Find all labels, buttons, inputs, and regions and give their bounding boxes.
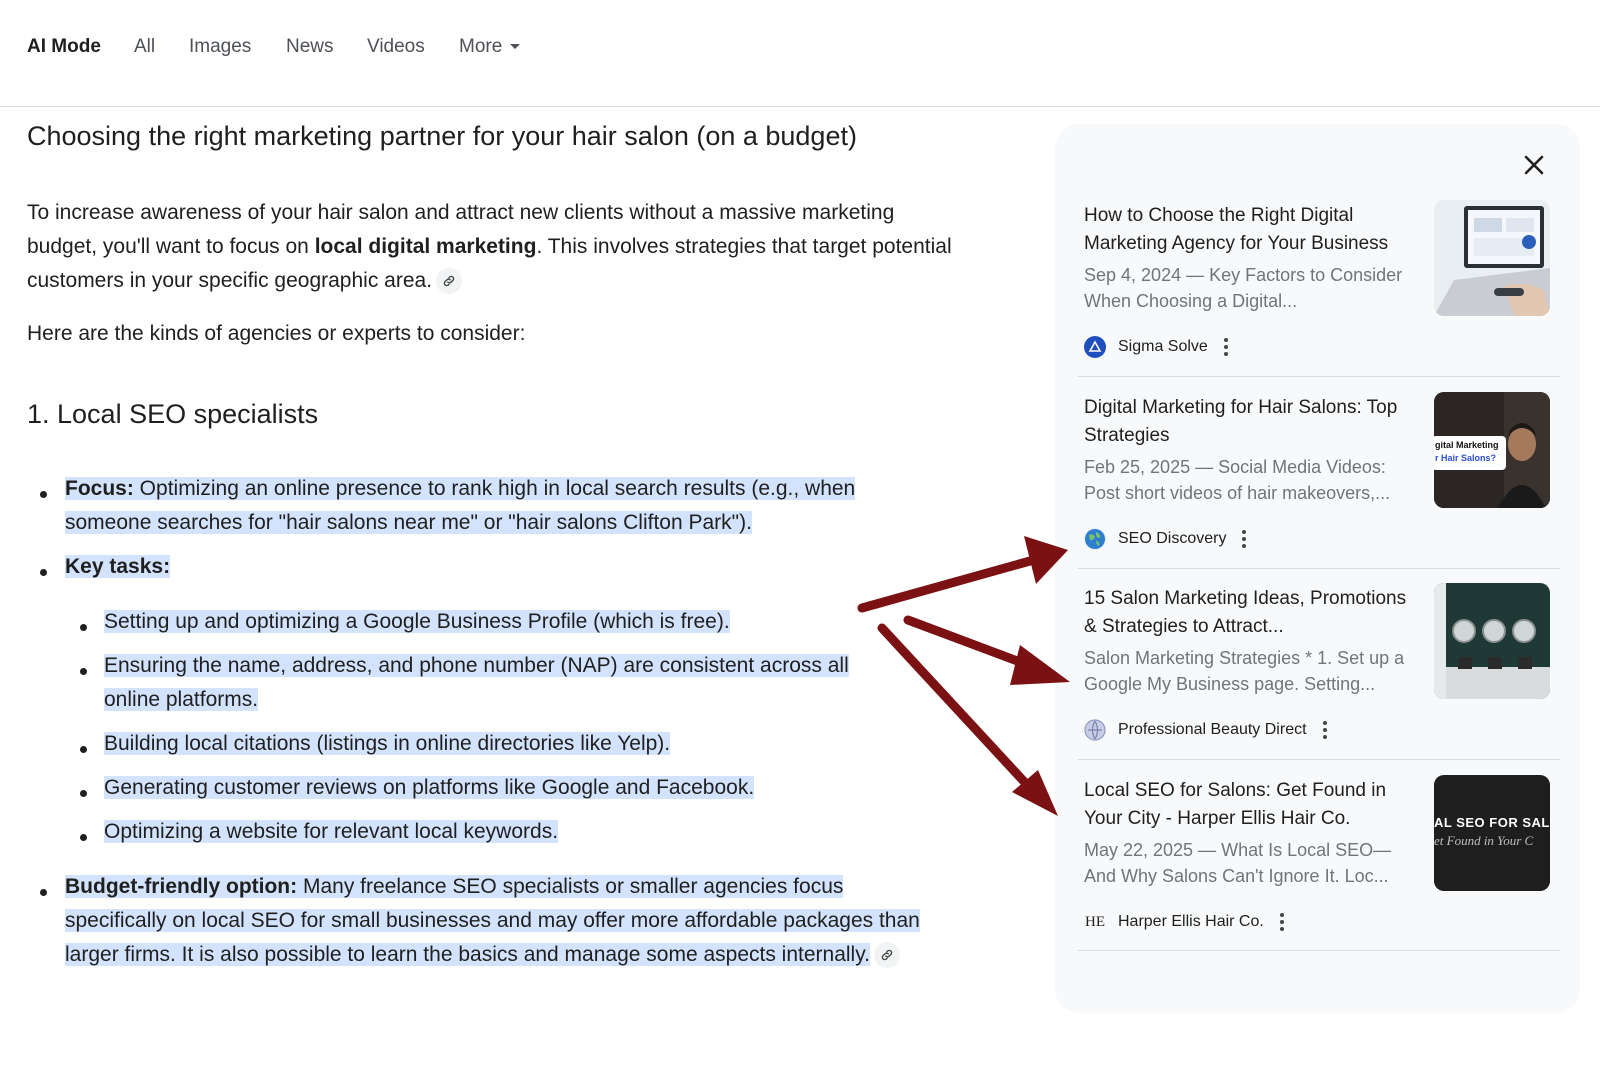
task-item: Ensuring the name, address, and phone nu… — [104, 649, 904, 717]
divider — [1078, 759, 1560, 760]
task-item: Setting up and optimizing a Google Busin… — [104, 605, 730, 639]
source-attribution[interactable]: HE Harper Ellis Hair Co. — [1084, 911, 1284, 933]
task-item: Generating customer reviews on platforms… — [104, 771, 755, 805]
arrow-to-seo-discovery — [857, 556, 1035, 613]
tab-videos[interactable]: Videos — [367, 36, 425, 58]
list-item-budget: Budget-friendly option: Many freelance S… — [65, 870, 925, 972]
task-text: Optimizing a website for relevant local … — [104, 820, 559, 843]
thumbnail-caption-line1: AL SEO FOR SALO — [1434, 815, 1550, 830]
list-item-focus: Focus: Optimizing an online presence to … — [65, 472, 925, 540]
arrow-to-harper-ellis — [877, 623, 1035, 793]
source-link-icon[interactable] — [436, 268, 463, 295]
more-options-icon[interactable] — [1322, 721, 1327, 739]
answer-title: Choosing the right marketing partner for… — [27, 121, 857, 151]
barber-thumbnail[interactable]: gital Marketing r Hair Salons? — [1434, 392, 1550, 508]
task-text: Ensuring the name, address, and phone nu… — [104, 654, 849, 711]
sigma-solve-favicon — [1084, 336, 1106, 358]
bullet — [40, 491, 47, 498]
arrow-head-icon — [1012, 770, 1058, 816]
thumbnail-caption-line2: r Hair Salons? — [1435, 453, 1497, 463]
section-heading: 1. Local SEO specialists — [27, 399, 319, 429]
source-card-title[interactable]: How to Choose the Right Digital Marketin… — [1084, 202, 1424, 258]
divider — [1078, 568, 1560, 569]
task-item: Building local citations (listings in on… — [104, 727, 671, 761]
bullet — [40, 569, 47, 576]
more-options-icon[interactable] — [1223, 338, 1228, 356]
tab-more-label: More — [459, 36, 503, 57]
more-options-icon[interactable] — [1279, 913, 1284, 931]
he-monogram-favicon: HE — [1085, 913, 1105, 930]
source-card-snippet: Salon Marketing Strategies * 1. Set up a… — [1084, 648, 1405, 694]
close-icon[interactable] — [1517, 148, 1551, 182]
task-text: Building local citations (listings in on… — [104, 732, 671, 755]
source-name: Professional Beauty Direct — [1118, 721, 1307, 738]
source-card[interactable]: Digital Marketing for Hair Salons: Top S… — [1078, 392, 1560, 564]
source-card-snippet: Feb 25, 2025 — Social Media Videos: Post… — [1084, 457, 1391, 503]
bullet — [80, 624, 87, 631]
source-name: SEO Discovery — [1118, 530, 1227, 547]
bullet — [80, 790, 87, 797]
source-card[interactable]: How to Choose the Right Digital Marketin… — [1078, 200, 1560, 372]
laptop-thumbnail[interactable] — [1434, 200, 1550, 316]
tab-more[interactable]: More — [459, 36, 521, 58]
task-item: Optimizing a website for relevant local … — [104, 815, 559, 849]
list-item-key-tasks: Key tasks: — [65, 550, 171, 584]
caret-down-icon — [510, 44, 521, 50]
source-card-title[interactable]: Local SEO for Salons: Get Found in Your … — [1084, 777, 1424, 833]
local-seo-thumbnail[interactable]: AL SEO FOR SALO et Found in Your C — [1434, 775, 1550, 891]
intro-paragraph: To increase awareness of your hair salon… — [27, 196, 967, 298]
tab-all[interactable]: All — [134, 36, 155, 58]
bullet — [80, 668, 87, 675]
globe-favicon — [1084, 528, 1106, 550]
key-tasks-label: Key tasks: — [65, 555, 171, 578]
tab-images[interactable]: Images — [189, 36, 251, 58]
tab-news[interactable]: News — [286, 36, 334, 58]
source-name: Harper Ellis Hair Co. — [1118, 913, 1264, 930]
task-text: Generating customer reviews on platforms… — [104, 776, 755, 799]
thumbnail-caption: gital Marketing r Hair Salons? — [1434, 436, 1506, 470]
task-text: Setting up and optimizing a Google Busin… — [104, 610, 730, 633]
source-card[interactable]: 15 Salon Marketing Ideas, Promotions & S… — [1078, 583, 1560, 755]
source-card-snippet: May 22, 2025 — What Is Local SEO— And Wh… — [1084, 840, 1392, 886]
budget-label: Budget-friendly option: — [65, 875, 298, 898]
source-attribution[interactable]: SEO Discovery — [1084, 528, 1247, 550]
thumbnail-caption-line2: et Found in Your C — [1434, 833, 1534, 848]
source-card-snippet: Sep 4, 2024 — Key Factors to Consider Wh… — [1084, 265, 1403, 311]
tab-ai-mode[interactable]: AI Mode — [27, 36, 101, 58]
arrow-to-professional-beauty — [903, 615, 1033, 670]
salon-interior-thumbnail[interactable] — [1434, 583, 1550, 699]
divider — [1078, 950, 1560, 951]
thumbnail-caption-line1: gital Marketing — [1435, 440, 1499, 450]
source-attribution[interactable]: Sigma Solve — [1084, 336, 1228, 358]
focus-label: Focus: — [65, 477, 134, 500]
lead-text: Here are the kinds of agencies or expert… — [27, 322, 526, 345]
source-name: Sigma Solve — [1118, 338, 1208, 355]
intro-bold: local digital marketing — [314, 235, 537, 258]
bullet — [40, 889, 47, 896]
source-card-title[interactable]: 15 Salon Marketing Ideas, Promotions & S… — [1084, 585, 1424, 641]
bullet — [80, 834, 87, 841]
divider — [1078, 376, 1560, 377]
source-link-icon[interactable] — [874, 942, 900, 969]
globe-favicon — [1084, 719, 1106, 741]
source-attribution[interactable]: Professional Beauty Direct — [1084, 719, 1327, 741]
focus-text: Optimizing an online presence to rank hi… — [65, 477, 856, 534]
sources-panel: How to Choose the Right Digital Marketin… — [1055, 124, 1580, 1013]
bullet — [80, 746, 87, 753]
search-tabs-bar: AI Mode All Images News Videos More — [0, 0, 1600, 107]
source-card-title[interactable]: Digital Marketing for Hair Salons: Top S… — [1084, 394, 1424, 450]
more-options-icon[interactable] — [1242, 530, 1247, 548]
source-card[interactable]: Local SEO for Salons: Get Found in Your … — [1078, 775, 1560, 947]
